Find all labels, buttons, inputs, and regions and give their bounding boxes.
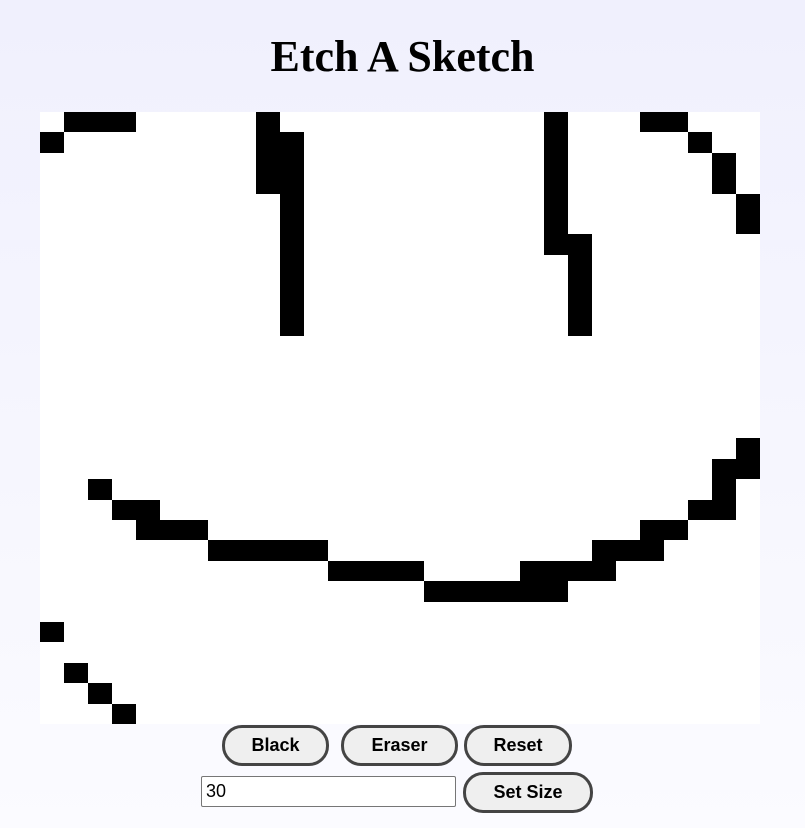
reset-button[interactable]: Reset bbox=[464, 725, 572, 766]
grid-cell[interactable] bbox=[280, 152, 304, 174]
page-title: Etch A Sketch bbox=[270, 32, 535, 81]
grid-cell[interactable] bbox=[544, 152, 568, 174]
grid-cell[interactable] bbox=[88, 479, 112, 500]
grid-cell[interactable] bbox=[256, 173, 280, 194]
grid-cell[interactable] bbox=[280, 254, 304, 276]
grid-cell[interactable] bbox=[568, 234, 592, 255]
grid-cell[interactable] bbox=[736, 438, 760, 459]
grid-cell[interactable] bbox=[280, 316, 304, 337]
grid-cell[interactable] bbox=[88, 112, 112, 133]
grid-cell[interactable] bbox=[616, 540, 640, 561]
grid-cell[interactable] bbox=[448, 581, 472, 602]
grid-cell[interactable] bbox=[328, 560, 352, 582]
grid-cell[interactable] bbox=[544, 234, 568, 255]
grid-cell[interactable] bbox=[472, 581, 496, 602]
grid-cell[interactable] bbox=[160, 520, 184, 541]
grid-cell[interactable] bbox=[136, 520, 160, 541]
grid-cell[interactable] bbox=[544, 132, 568, 153]
grid-cell[interactable] bbox=[400, 560, 424, 582]
grid-cell[interactable] bbox=[40, 132, 64, 153]
grid-cell[interactable] bbox=[736, 458, 760, 480]
sketch-grid[interactable] bbox=[40, 112, 760, 724]
grid-cell[interactable] bbox=[256, 132, 280, 153]
grid-size-input[interactable] bbox=[201, 776, 456, 807]
grid-cell[interactable] bbox=[544, 173, 568, 194]
grid-cell[interactable] bbox=[664, 112, 688, 133]
grid-cell[interactable] bbox=[112, 703, 136, 724]
grid-cell[interactable] bbox=[40, 622, 64, 643]
set-size-button[interactable]: Set Size bbox=[463, 772, 593, 813]
grid-cell[interactable] bbox=[568, 275, 592, 296]
grid-cell[interactable] bbox=[184, 520, 208, 541]
grid-cell[interactable] bbox=[544, 581, 568, 602]
grid-cell[interactable] bbox=[232, 540, 256, 561]
grid-cell[interactable] bbox=[736, 193, 760, 214]
grid-cell[interactable] bbox=[280, 173, 304, 194]
grid-cell[interactable] bbox=[280, 234, 304, 255]
grid-cell[interactable] bbox=[712, 499, 736, 520]
grid-cell[interactable] bbox=[208, 540, 232, 561]
grid-cell[interactable] bbox=[520, 560, 544, 582]
grid-cell[interactable] bbox=[568, 254, 592, 276]
grid-cell[interactable] bbox=[136, 499, 160, 520]
grid-cell[interactable] bbox=[568, 295, 592, 316]
grid-cell[interactable] bbox=[592, 560, 616, 582]
grid-cell[interactable] bbox=[640, 540, 664, 561]
grid-cell[interactable] bbox=[712, 479, 736, 500]
grid-cell[interactable] bbox=[256, 112, 280, 133]
grid-cell[interactable] bbox=[712, 173, 736, 194]
grid-cell[interactable] bbox=[568, 316, 592, 337]
eraser-button[interactable]: Eraser bbox=[341, 725, 458, 766]
grid-cell[interactable] bbox=[280, 132, 304, 153]
grid-cell[interactable] bbox=[688, 132, 712, 153]
grid-cell[interactable] bbox=[376, 560, 400, 582]
grid-cell[interactable] bbox=[640, 520, 664, 541]
grid-cell[interactable] bbox=[64, 662, 88, 684]
grid-cell[interactable] bbox=[112, 499, 136, 520]
grid-cell[interactable] bbox=[280, 295, 304, 316]
grid-cell[interactable] bbox=[64, 112, 88, 133]
grid-cell[interactable] bbox=[664, 520, 688, 541]
grid-cell[interactable] bbox=[280, 214, 304, 235]
grid-cell[interactable] bbox=[304, 540, 328, 561]
grid-cell[interactable] bbox=[568, 560, 592, 582]
grid-cell[interactable] bbox=[280, 275, 304, 296]
grid-cell[interactable] bbox=[712, 458, 736, 480]
grid-cell[interactable] bbox=[592, 540, 616, 561]
grid-cell[interactable] bbox=[640, 112, 664, 133]
grid-cell[interactable] bbox=[520, 581, 544, 602]
grid-cell[interactable] bbox=[544, 560, 568, 582]
grid-cell[interactable] bbox=[256, 152, 280, 174]
grid-cell[interactable] bbox=[280, 193, 304, 214]
grid-cell[interactable] bbox=[352, 560, 376, 582]
black-button[interactable]: Black bbox=[222, 725, 329, 766]
grid-cell[interactable] bbox=[688, 499, 712, 520]
grid-cell[interactable] bbox=[424, 581, 448, 602]
grid-cell[interactable] bbox=[280, 540, 304, 561]
grid-cell[interactable] bbox=[112, 112, 136, 133]
grid-cell[interactable] bbox=[256, 540, 280, 561]
grid-cell[interactable] bbox=[544, 112, 568, 133]
grid-cell[interactable] bbox=[88, 683, 112, 704]
grid-cell[interactable] bbox=[496, 581, 520, 602]
grid-cell[interactable] bbox=[544, 214, 568, 235]
grid-cell[interactable] bbox=[544, 193, 568, 214]
grid-cell[interactable] bbox=[712, 152, 736, 174]
grid-cell[interactable] bbox=[736, 214, 760, 235]
